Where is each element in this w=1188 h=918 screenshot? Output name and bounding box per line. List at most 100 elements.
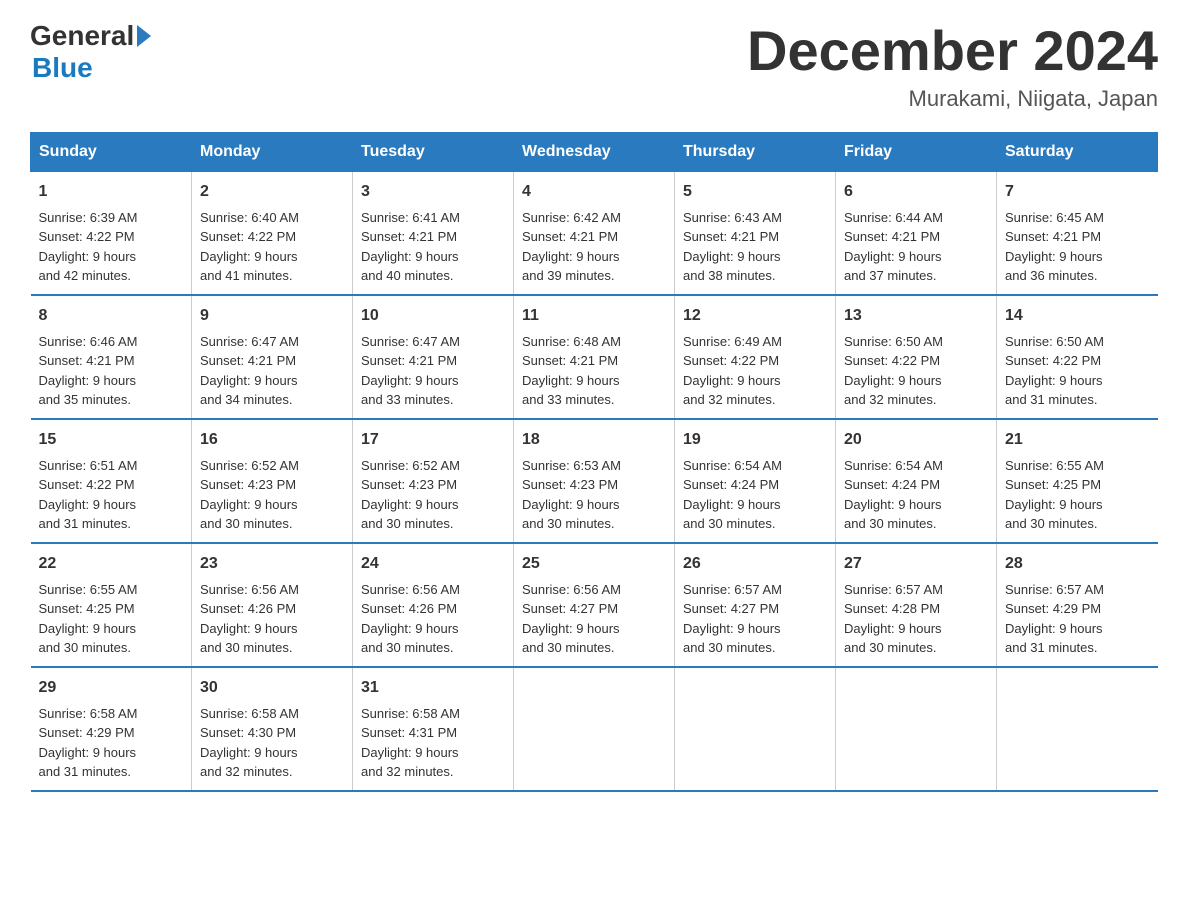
day-cell: 18Sunrise: 6:53 AMSunset: 4:23 PMDayligh… [514,419,675,543]
day-number: 4 [522,180,666,204]
weekday-header-wednesday: Wednesday [514,132,675,171]
day-cell: 22Sunrise: 6:55 AMSunset: 4:25 PMDayligh… [31,543,192,667]
day-info: Sunrise: 6:49 AMSunset: 4:22 PMDaylight:… [683,334,782,408]
day-info: Sunrise: 6:54 AMSunset: 4:24 PMDaylight:… [683,458,782,532]
month-title: December 2024 [747,20,1158,82]
day-number: 7 [1005,180,1150,204]
location: Murakami, Niigata, Japan [747,86,1158,112]
day-number: 24 [361,552,505,576]
day-number: 26 [683,552,827,576]
day-cell [836,667,997,791]
day-info: Sunrise: 6:47 AMSunset: 4:21 PMDaylight:… [361,334,460,408]
day-cell: 3 Sunrise: 6:41 AMSunset: 4:21 PMDaylight… [353,171,514,295]
day-cell [997,667,1158,791]
day-info: Sunrise: 6:57 AMSunset: 4:27 PMDaylight:… [683,582,782,656]
day-number: 21 [1005,428,1150,452]
day-number: 17 [361,428,505,452]
day-number: 9 [200,304,344,328]
day-cell: 4 Sunrise: 6:42 AMSunset: 4:21 PMDaylight… [514,171,675,295]
calendar-table: SundayMondayTuesdayWednesdayThursdayFrid… [30,132,1158,792]
day-info: Sunrise: 6:57 AMSunset: 4:29 PMDaylight:… [1005,582,1104,656]
day-cell: 24 Sunrise: 6:56 AMSunset: 4:26 PMDayligh… [353,543,514,667]
day-cell: 19 Sunrise: 6:54 AMSunset: 4:24 PMDayligh… [675,419,836,543]
day-number: 6 [844,180,988,204]
day-cell: 1Sunrise: 6:39 AMSunset: 4:22 PMDaylight… [31,171,192,295]
day-cell: 26 Sunrise: 6:57 AMSunset: 4:27 PMDayligh… [675,543,836,667]
weekday-header-sunday: Sunday [31,132,192,171]
day-info: Sunrise: 6:41 AMSunset: 4:21 PMDaylight:… [361,210,460,284]
weekday-header-tuesday: Tuesday [353,132,514,171]
weekday-header-row: SundayMondayTuesdayWednesdayThursdayFrid… [31,132,1158,171]
logo-blue-text: Blue [32,52,93,84]
day-number: 8 [39,304,184,328]
logo-general-text: General [30,20,134,52]
day-cell: 25Sunrise: 6:56 AMSunset: 4:27 PMDayligh… [514,543,675,667]
day-cell: 17 Sunrise: 6:52 AMSunset: 4:23 PMDayligh… [353,419,514,543]
day-info: Sunrise: 6:52 AMSunset: 4:23 PMDaylight:… [361,458,460,532]
day-cell: 7 Sunrise: 6:45 AMSunset: 4:21 PMDaylight… [997,171,1158,295]
day-info: Sunrise: 6:58 AMSunset: 4:29 PMDaylight:… [39,706,138,780]
day-info: Sunrise: 6:55 AMSunset: 4:25 PMDaylight:… [39,582,138,656]
day-cell: 2 Sunrise: 6:40 AMSunset: 4:22 PMDaylight… [192,171,353,295]
day-info: Sunrise: 6:54 AMSunset: 4:24 PMDaylight:… [844,458,943,532]
day-number: 30 [200,676,344,700]
day-number: 27 [844,552,988,576]
title-section: December 2024 Murakami, Niigata, Japan [747,20,1158,112]
day-info: Sunrise: 6:57 AMSunset: 4:28 PMDaylight:… [844,582,943,656]
weekday-header-thursday: Thursday [675,132,836,171]
day-cell [514,667,675,791]
day-cell: 9 Sunrise: 6:47 AMSunset: 4:21 PMDaylight… [192,295,353,419]
day-number: 23 [200,552,344,576]
day-number: 11 [522,304,666,328]
week-row-3: 15 Sunrise: 6:51 AMSunset: 4:22 PMDayligh… [31,419,1158,543]
day-info: Sunrise: 6:58 AMSunset: 4:31 PMDaylight:… [361,706,460,780]
week-row-1: 1Sunrise: 6:39 AMSunset: 4:22 PMDaylight… [31,171,1158,295]
day-info: Sunrise: 6:56 AMSunset: 4:26 PMDaylight:… [361,582,460,656]
day-cell: 21 Sunrise: 6:55 AMSunset: 4:25 PMDayligh… [997,419,1158,543]
day-number: 13 [844,304,988,328]
day-cell: 15 Sunrise: 6:51 AMSunset: 4:22 PMDayligh… [31,419,192,543]
day-number: 19 [683,428,827,452]
page-header: General Blue December 2024 Murakami, Nii… [30,20,1158,112]
day-cell: 27 Sunrise: 6:57 AMSunset: 4:28 PMDayligh… [836,543,997,667]
day-info: Sunrise: 6:56 AMSunset: 4:26 PMDaylight:… [200,582,299,656]
weekday-header-friday: Friday [836,132,997,171]
day-cell: 13Sunrise: 6:50 AMSunset: 4:22 PMDayligh… [836,295,997,419]
day-cell: 29 Sunrise: 6:58 AMSunset: 4:29 PMDayligh… [31,667,192,791]
day-info: Sunrise: 6:50 AMSunset: 4:22 PMDaylight:… [1005,334,1104,408]
day-number: 10 [361,304,505,328]
day-number: 15 [39,428,184,452]
day-cell: 12 Sunrise: 6:49 AMSunset: 4:22 PMDayligh… [675,295,836,419]
weekday-header-monday: Monday [192,132,353,171]
day-number: 2 [200,180,344,204]
logo-arrow-icon [137,25,151,47]
day-info: Sunrise: 6:52 AMSunset: 4:23 PMDaylight:… [200,458,299,532]
day-info: Sunrise: 6:56 AMSunset: 4:27 PMDaylight:… [522,582,621,656]
day-number: 12 [683,304,827,328]
day-info: Sunrise: 6:58 AMSunset: 4:30 PMDaylight:… [200,706,299,780]
day-number: 5 [683,180,827,204]
day-cell: 23 Sunrise: 6:56 AMSunset: 4:26 PMDayligh… [192,543,353,667]
day-info: Sunrise: 6:44 AMSunset: 4:21 PMDaylight:… [844,210,943,284]
day-info: Sunrise: 6:51 AMSunset: 4:22 PMDaylight:… [39,458,138,532]
day-number: 31 [361,676,505,700]
day-info: Sunrise: 6:53 AMSunset: 4:23 PMDaylight:… [522,458,621,532]
day-cell: 20 Sunrise: 6:54 AMSunset: 4:24 PMDayligh… [836,419,997,543]
logo: General Blue [30,20,151,84]
day-cell: 30 Sunrise: 6:58 AMSunset: 4:30 PMDayligh… [192,667,353,791]
day-info: Sunrise: 6:55 AMSunset: 4:25 PMDaylight:… [1005,458,1104,532]
day-cell: 31 Sunrise: 6:58 AMSunset: 4:31 PMDayligh… [353,667,514,791]
day-info: Sunrise: 6:45 AMSunset: 4:21 PMDaylight:… [1005,210,1104,284]
week-row-4: 22Sunrise: 6:55 AMSunset: 4:25 PMDayligh… [31,543,1158,667]
day-cell: 14Sunrise: 6:50 AMSunset: 4:22 PMDayligh… [997,295,1158,419]
day-number: 28 [1005,552,1150,576]
day-number: 20 [844,428,988,452]
day-cell: 16 Sunrise: 6:52 AMSunset: 4:23 PMDayligh… [192,419,353,543]
day-number: 3 [361,180,505,204]
day-info: Sunrise: 6:40 AMSunset: 4:22 PMDaylight:… [200,210,299,284]
day-info: Sunrise: 6:42 AMSunset: 4:21 PMDaylight:… [522,210,621,284]
day-number: 16 [200,428,344,452]
day-info: Sunrise: 6:48 AMSunset: 4:21 PMDaylight:… [522,334,621,408]
day-number: 29 [39,676,184,700]
day-info: Sunrise: 6:47 AMSunset: 4:21 PMDaylight:… [200,334,299,408]
